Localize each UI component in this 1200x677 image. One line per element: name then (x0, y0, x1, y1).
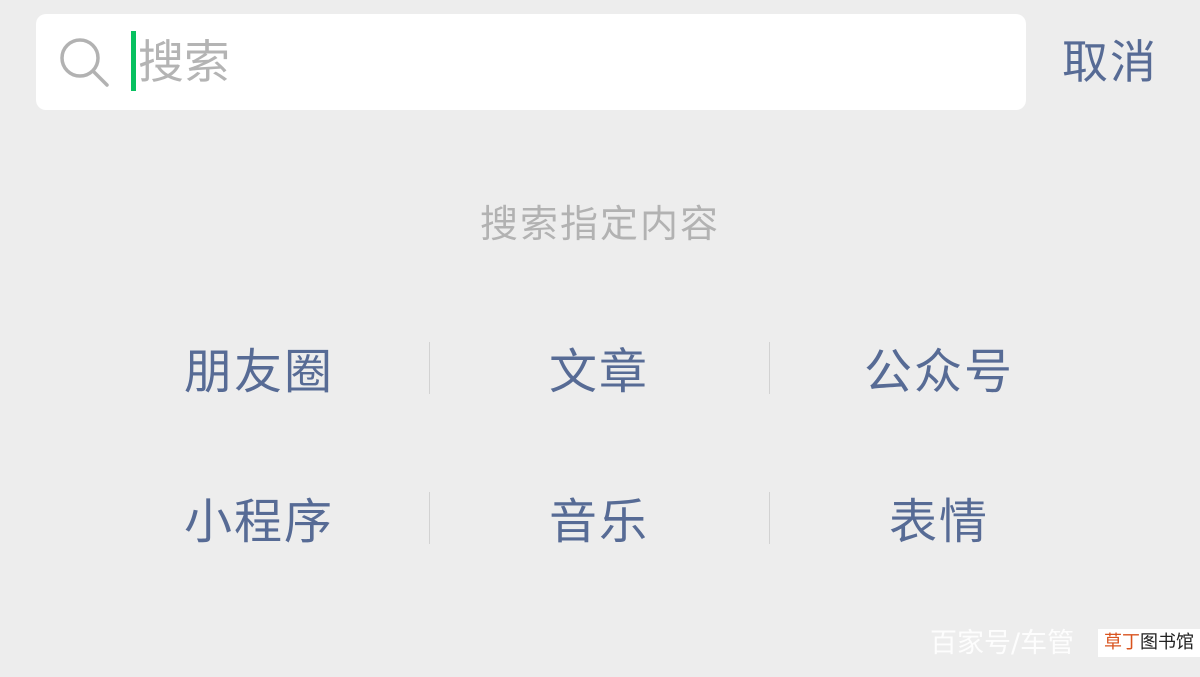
category-articles[interactable]: 文章 (429, 340, 769, 404)
search-input[interactable] (138, 24, 998, 100)
category-music[interactable]: 音乐 (429, 490, 769, 554)
text-cursor (131, 31, 136, 91)
watermark-text: 百家号/车管 (930, 628, 1075, 659)
watermark-badge-rest: 图书馆 (1140, 632, 1194, 653)
category-official-accounts[interactable]: 公众号 (769, 340, 1109, 404)
section-title: 搜索指定内容 (479, 202, 720, 246)
category-mini-programs[interactable]: 小程序 (89, 490, 429, 554)
category-moments[interactable]: 朋友圈 (89, 340, 429, 404)
watermark-badge: 草丁图书馆 (1098, 629, 1200, 657)
category-stickers[interactable]: 表情 (769, 490, 1109, 554)
search-icon (60, 38, 109, 87)
watermark-badge-accent: 草丁 (1104, 632, 1140, 653)
cancel-button[interactable]: 取消 (1062, 30, 1158, 94)
